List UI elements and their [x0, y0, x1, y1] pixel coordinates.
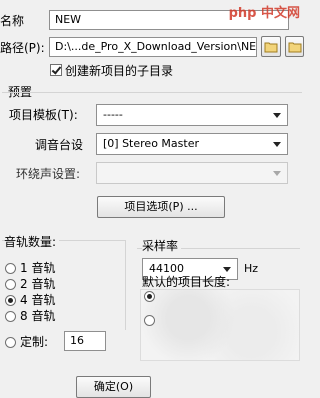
sample-rate-label: 采样率 — [142, 237, 182, 254]
tracks-radio-2[interactable] — [5, 279, 16, 290]
tracks-option-2: 2 音轨 — [20, 277, 56, 291]
tracks-custom-input[interactable]: 16 — [64, 331, 106, 351]
tracks-option-8: 8 音轨 — [20, 309, 56, 323]
tracks-custom-label: 定制: — [20, 335, 49, 349]
chevron-down-icon — [273, 142, 281, 147]
create-subdir-label: 创建新项目的子目录 — [65, 64, 174, 78]
tracks-option-4: 4 音轨 — [20, 293, 56, 307]
chevron-down-icon — [273, 113, 281, 118]
template-label: 项目模板(T): — [9, 108, 78, 122]
surround-label: 环绕声设置: — [16, 167, 81, 181]
surround-dropdown[interactable] — [96, 162, 288, 184]
length-radio-2[interactable] — [144, 315, 155, 326]
browse-folder-button[interactable] — [261, 36, 281, 57]
tracks-radio-8[interactable] — [5, 311, 16, 322]
watermark-text: php 中文网 — [228, 6, 300, 21]
template-value: ----- — [103, 108, 123, 121]
folder-open-icon — [288, 42, 301, 53]
project-length-obscured-area — [140, 289, 300, 361]
tracks-radio-4[interactable] — [5, 295, 16, 306]
extra-folder-button[interactable] — [285, 36, 304, 57]
chevron-down-icon — [223, 267, 231, 272]
project-length-label: 默认的项目长度: — [142, 275, 231, 289]
create-subdir-checkbox[interactable] — [50, 64, 62, 76]
name-label: 名称 — [0, 14, 25, 28]
tracks-option-1: 1 音轨 — [20, 261, 56, 275]
ok-button[interactable]: 确定(O) — [76, 376, 151, 398]
path-field[interactable]: D:\...de_Pro_X_Download_Version\NEW — [49, 37, 257, 57]
chevron-down-icon — [273, 171, 281, 176]
watermark-logo: php 中文网 — [229, 2, 300, 21]
sample-rate-unit: Hz — [244, 262, 259, 275]
project-options-button[interactable]: 项目选项(P) ... — [97, 196, 225, 218]
template-dropdown[interactable]: ----- — [96, 104, 288, 126]
folder-icon — [264, 42, 278, 53]
mixer-dropdown[interactable]: [0] Stereo Master — [96, 133, 288, 155]
tracks-radio-1[interactable] — [5, 263, 16, 274]
tracks-label: 音轨数量: — [4, 233, 60, 250]
tracks-radio-custom[interactable] — [5, 337, 16, 348]
mixer-value: [0] Stereo Master — [103, 137, 199, 150]
path-label: 路径(P): — [0, 41, 45, 55]
length-radio-1[interactable] — [144, 291, 155, 302]
mixer-label: 调音台设 — [35, 138, 84, 152]
